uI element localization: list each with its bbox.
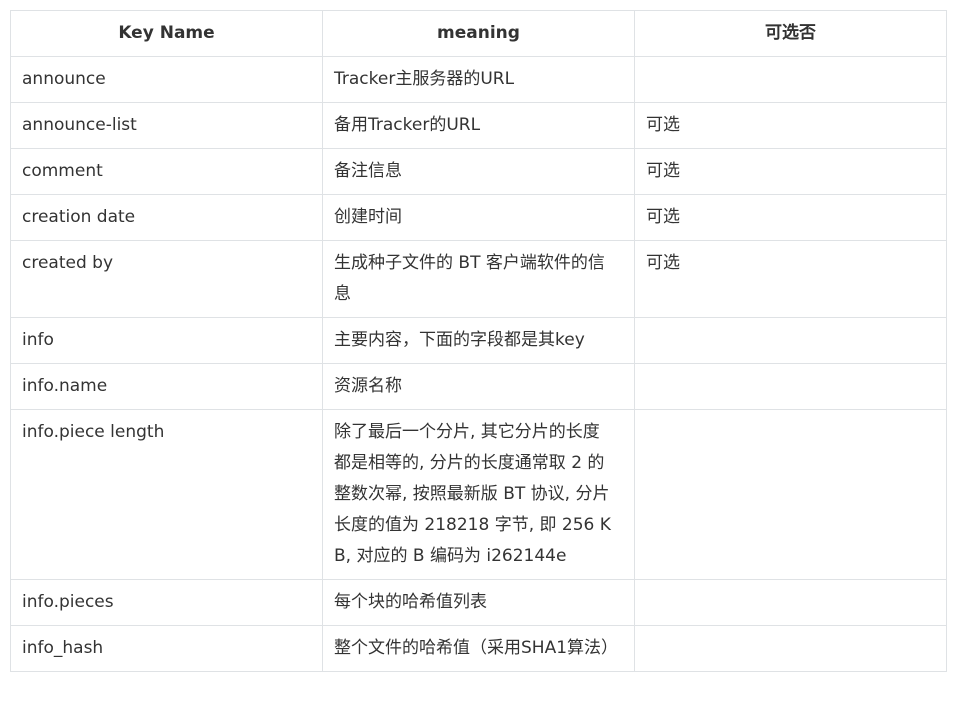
cell-meaning: 备注信息 <box>322 148 635 195</box>
torrent-keys-table-container: Key Name meaning 可选否 announce Tracker主服务… <box>10 10 947 672</box>
table-row: info.piece length 除了最后一个分片, 其它分片的长度都是相等的… <box>10 409 947 580</box>
cell-key: created by <box>10 240 323 318</box>
cell-optional: 可选 <box>634 148 947 195</box>
cell-meaning: 整个文件的哈希值（采用SHA1算法） <box>322 625 635 672</box>
cell-optional <box>634 579 947 626</box>
cell-optional <box>634 56 947 103</box>
header-key-name: Key Name <box>10 10 323 57</box>
table-row: info_hash 整个文件的哈希值（采用SHA1算法） <box>10 625 947 672</box>
cell-key: announce <box>10 56 323 103</box>
cell-key: info_hash <box>10 625 323 672</box>
table-row: info.pieces 每个块的哈希值列表 <box>10 579 947 626</box>
cell-meaning: 生成种子文件的 BT 客户端软件的信息 <box>322 240 635 318</box>
cell-meaning: Tracker主服务器的URL <box>322 56 635 103</box>
cell-key: comment <box>10 148 323 195</box>
header-meaning: meaning <box>322 10 635 57</box>
table-row: announce-list 备用Tracker的URL 可选 <box>10 102 947 149</box>
cell-key: info.piece length <box>10 409 323 580</box>
cell-optional <box>634 363 947 410</box>
cell-optional <box>634 625 947 672</box>
cell-optional: 可选 <box>634 102 947 149</box>
cell-key: announce-list <box>10 102 323 149</box>
cell-optional: 可选 <box>634 240 947 318</box>
cell-meaning: 主要内容，下面的字段都是其key <box>322 317 635 364</box>
cell-key: creation date <box>10 194 323 241</box>
cell-key: info.name <box>10 363 323 410</box>
cell-meaning: 创建时间 <box>322 194 635 241</box>
cell-meaning: 备用Tracker的URL <box>322 102 635 149</box>
cell-meaning: 每个块的哈希值列表 <box>322 579 635 626</box>
table-row: creation date 创建时间 可选 <box>10 194 947 241</box>
cell-meaning: 资源名称 <box>322 363 635 410</box>
cell-optional <box>634 317 947 364</box>
table-row: created by 生成种子文件的 BT 客户端软件的信息 可选 <box>10 240 947 318</box>
table-row: info 主要内容，下面的字段都是其key <box>10 317 947 364</box>
cell-optional <box>634 409 947 580</box>
cell-key: info <box>10 317 323 364</box>
cell-optional: 可选 <box>634 194 947 241</box>
table-row: announce Tracker主服务器的URL <box>10 56 947 103</box>
torrent-keys-table: Key Name meaning 可选否 announce Tracker主服务… <box>10 10 947 672</box>
table-row: info.name 资源名称 <box>10 363 947 410</box>
table-row: comment 备注信息 可选 <box>10 148 947 195</box>
header-optional: 可选否 <box>634 10 947 57</box>
table-header-row: Key Name meaning 可选否 <box>10 10 947 57</box>
cell-meaning: 除了最后一个分片, 其它分片的长度都是相等的, 分片的长度通常取 2 的整数次幂… <box>322 409 635 580</box>
cell-key: info.pieces <box>10 579 323 626</box>
